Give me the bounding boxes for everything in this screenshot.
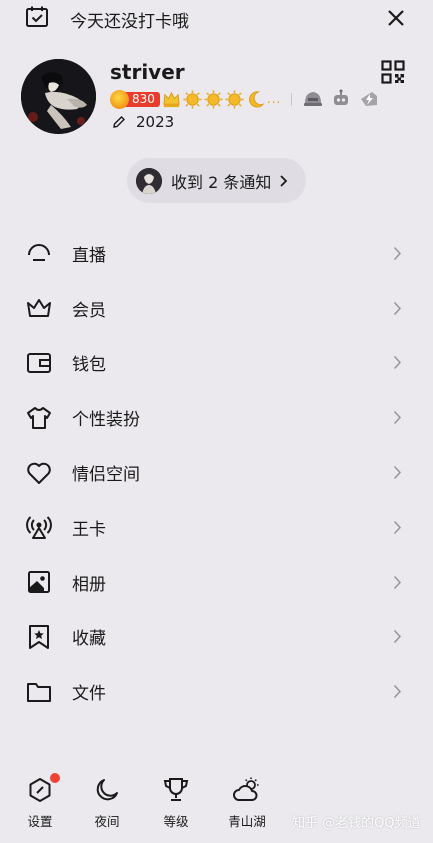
level-more-dots: ... bbox=[266, 92, 282, 106]
sun-medal-icon bbox=[225, 89, 244, 109]
bottom-item-settings[interactable]: 设置 bbox=[13, 773, 67, 830]
checkin-reminder[interactable]: 今天还没打卡哦 bbox=[70, 7, 189, 32]
menu-item-album[interactable]: 相册 bbox=[0, 555, 433, 610]
menu-item-label: 文件 bbox=[72, 684, 106, 705]
menu-item-live[interactable]: 直播 bbox=[0, 226, 433, 281]
crown-icon bbox=[26, 295, 52, 321]
chevron-right-icon bbox=[393, 301, 402, 315]
bottom-item-label: 等级 bbox=[163, 814, 189, 829]
settings-icon bbox=[26, 773, 60, 804]
notification-pill[interactable]: 收到 2 条通知 bbox=[127, 158, 306, 203]
level-badges[interactable]: 830 ... bbox=[110, 89, 386, 109]
signature-row[interactable]: 2023 bbox=[112, 113, 174, 131]
notification-avatar bbox=[136, 167, 162, 194]
bottom-item-weather[interactable]: 青山湖 bbox=[220, 776, 274, 830]
chevron-right-icon bbox=[393, 356, 402, 370]
bookmark-star-icon bbox=[26, 624, 52, 650]
level-badge: 830 bbox=[110, 89, 160, 109]
chevron-right-icon bbox=[280, 174, 288, 187]
sun-level-icon bbox=[110, 89, 129, 109]
bottom-item-level[interactable]: 等级 bbox=[149, 776, 203, 830]
username[interactable]: striver bbox=[110, 60, 185, 84]
signature-text: 2023 bbox=[136, 113, 175, 131]
menu-item-wallet[interactable]: 钱包 bbox=[0, 336, 433, 391]
live-icon bbox=[26, 240, 52, 266]
crown-medal-icon bbox=[163, 91, 180, 107]
chevron-right-icon bbox=[393, 246, 402, 260]
avatar[interactable] bbox=[21, 59, 96, 134]
tshirt-icon bbox=[26, 405, 52, 431]
chevron-right-icon bbox=[393, 575, 402, 589]
menu-item-label: 相册 bbox=[72, 574, 106, 595]
chevron-right-icon bbox=[393, 520, 402, 534]
trophy-icon bbox=[162, 776, 190, 804]
heart-icon bbox=[26, 460, 52, 486]
chevron-right-icon bbox=[393, 411, 402, 425]
chevron-right-icon bbox=[393, 466, 402, 480]
menu-item-files[interactable]: 文件 bbox=[0, 664, 433, 719]
moon-icon bbox=[93, 776, 121, 804]
menu-item-label: 情侣空间 bbox=[72, 465, 140, 486]
watermark-text: 知乎 @老钱的QQ频道 bbox=[292, 816, 421, 831]
sun-medal-icon bbox=[204, 89, 223, 109]
menu-item-label: 收藏 bbox=[72, 629, 106, 650]
avatar-image bbox=[21, 59, 96, 134]
menu-item-label: 钱包 bbox=[72, 355, 106, 376]
helmet-badge-icon bbox=[304, 92, 323, 106]
menu-item-vip[interactable]: 会员 bbox=[0, 281, 433, 336]
notification-dot bbox=[50, 773, 60, 783]
menu-item-favorites[interactable]: 收藏 bbox=[0, 610, 433, 665]
sun-medal-icon bbox=[183, 89, 202, 109]
bottom-item-label: 夜间 bbox=[94, 814, 120, 829]
moon-medal-icon bbox=[249, 90, 265, 107]
bottom-item-label: 设置 bbox=[27, 814, 53, 829]
wallet-icon bbox=[26, 350, 52, 376]
menu-item-couple-space[interactable]: 情侣空间 bbox=[0, 445, 433, 500]
menu-item-label: 个性装扮 bbox=[72, 410, 140, 431]
photo-album-icon bbox=[26, 569, 52, 595]
pencil-icon bbox=[113, 116, 125, 128]
close-icon[interactable] bbox=[384, 6, 408, 30]
folder-icon bbox=[26, 679, 52, 705]
menu-item-label: 直播 bbox=[72, 245, 106, 266]
robot-badge-icon bbox=[334, 89, 349, 105]
chevron-right-icon bbox=[393, 685, 402, 699]
chevron-right-icon bbox=[393, 630, 402, 644]
menu-item-theme[interactable]: 个性装扮 bbox=[0, 390, 433, 445]
bottom-item-label: 青山湖 bbox=[228, 814, 266, 829]
top-bar: 今天还没打卡哦 bbox=[0, 0, 433, 36]
signal-tower-icon bbox=[26, 514, 52, 540]
menu-item-label: 会员 bbox=[72, 300, 106, 321]
weather-cloud-sun-icon bbox=[233, 776, 261, 804]
notification-text: 收到 2 条通知 bbox=[171, 172, 272, 192]
menu-item-king-card[interactable]: 王卡 bbox=[0, 500, 433, 555]
divider bbox=[291, 92, 293, 106]
menu-list: 直播 会员 钱包 个性装扮 情侣空间 王卡 相册 收藏 文件 bbox=[0, 226, 433, 719]
qr-code-icon[interactable] bbox=[381, 60, 405, 84]
calendar-check-icon[interactable] bbox=[25, 6, 49, 28]
bottom-item-night[interactable]: 夜间 bbox=[80, 776, 134, 830]
menu-item-label: 王卡 bbox=[72, 519, 106, 540]
lightning-badge-icon bbox=[361, 92, 378, 106]
